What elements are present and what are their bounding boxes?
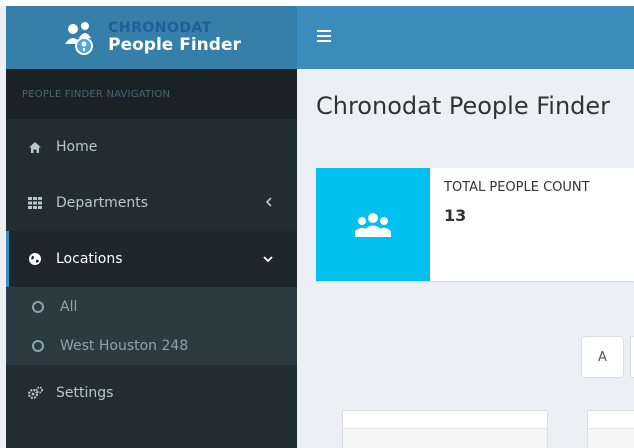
- alpha-filter-a-button[interactable]: A: [581, 336, 624, 378]
- users-icon: [355, 212, 391, 237]
- gears-icon: [26, 386, 44, 400]
- circle-icon: [32, 339, 44, 352]
- sidebar-item-home[interactable]: Home: [6, 119, 297, 175]
- logo-product: People Finder: [108, 35, 241, 55]
- main-header: [297, 6, 634, 69]
- home-icon: [26, 141, 44, 154]
- grid-icon: [26, 197, 44, 209]
- submenu-item-all[interactable]: All: [6, 287, 297, 326]
- page-title: Chronodat People Finder: [316, 92, 611, 120]
- sidebar-item-label: Home: [56, 139, 98, 155]
- sidebar-item-locations[interactable]: Locations: [6, 231, 297, 287]
- submenu-item-west-houston[interactable]: West Houston 248: [6, 326, 297, 365]
- person-card[interactable]: [342, 410, 548, 448]
- sidebar-item-settings[interactable]: Settings: [6, 365, 297, 421]
- info-box-icon-area: [316, 168, 430, 281]
- logo-brand: CHRONODAT: [108, 20, 212, 36]
- locations-submenu: All West Houston 248: [6, 287, 297, 365]
- chevron-left-icon: [265, 196, 273, 211]
- globe-icon: [26, 252, 44, 266]
- sidebar-item-label: Departments: [56, 195, 149, 211]
- info-box-value: 13: [444, 206, 467, 225]
- submenu-item-label: All: [60, 298, 78, 315]
- info-box-label: TOTAL PEOPLE COUNT: [444, 180, 590, 195]
- sidebar-header: PEOPLE FINDER NAVIGATION: [6, 69, 297, 119]
- app-logo[interactable]: CHRONODAT People Finder: [6, 6, 297, 69]
- chevron-down-icon: [263, 252, 273, 267]
- hamburger-menu-icon[interactable]: [317, 30, 331, 42]
- sidebar-item-departments[interactable]: Departments: [6, 175, 297, 231]
- sidebar-item-label: Locations: [56, 251, 123, 267]
- person-card[interactable]: [587, 410, 634, 448]
- total-people-info-box: TOTAL PEOPLE COUNT 13: [316, 168, 634, 281]
- alpha-filter-next-button[interactable]: [630, 336, 634, 378]
- sidebar: PEOPLE FINDER NAVIGATION Home Department…: [6, 69, 297, 448]
- sidebar-item-label: Settings: [56, 385, 114, 401]
- circle-icon: [32, 300, 44, 313]
- people-logo-icon: [65, 21, 94, 55]
- submenu-item-label: West Houston 248: [60, 337, 189, 354]
